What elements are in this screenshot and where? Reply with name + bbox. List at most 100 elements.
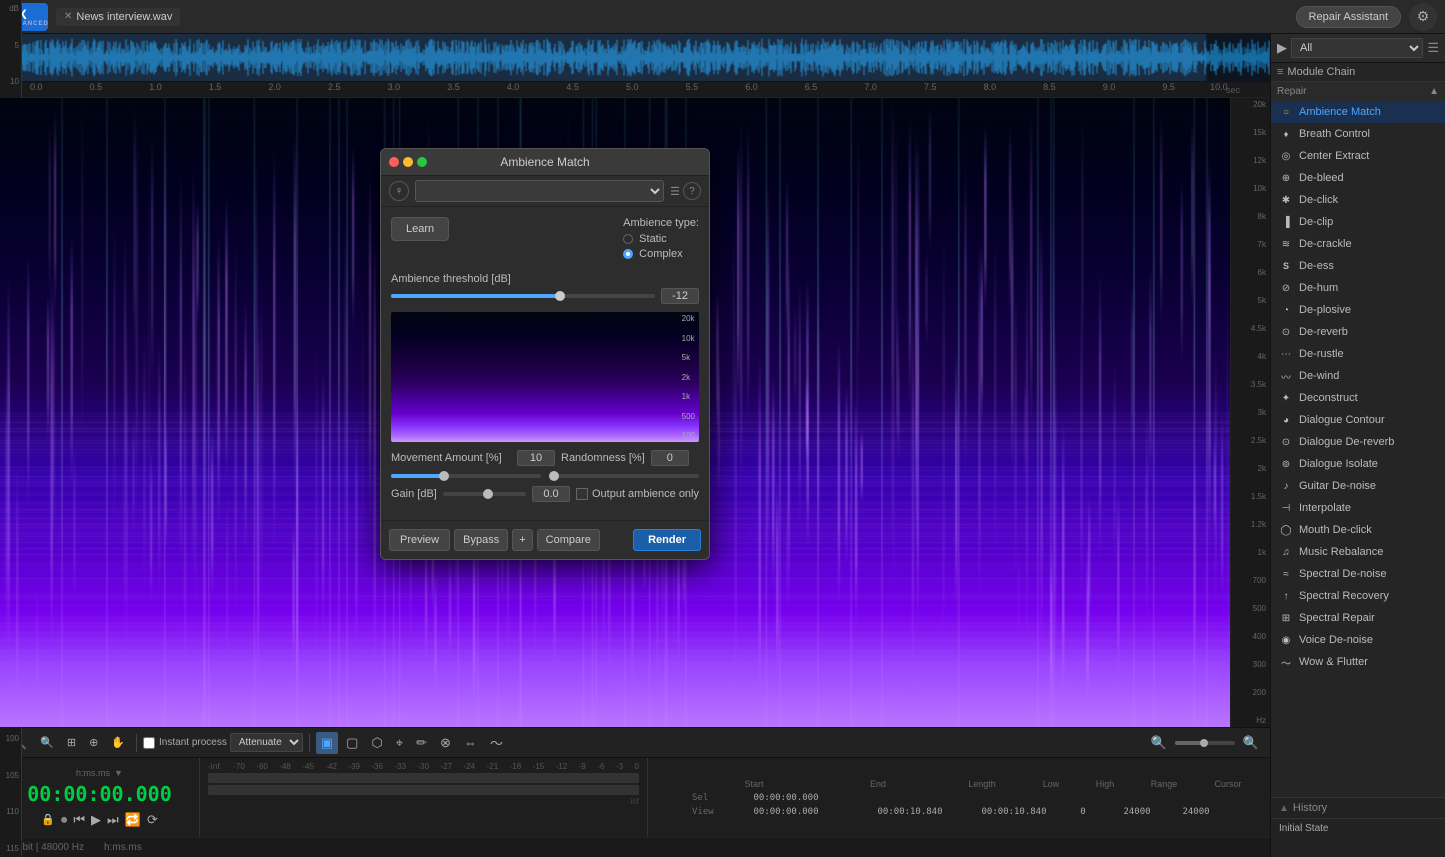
record-button[interactable]: ⏺ xyxy=(61,812,68,828)
module-item-spectral-recovery[interactable]: ↑ Spectral Recovery xyxy=(1271,585,1445,607)
module-item-mouth-de-click[interactable]: ◯ Mouth De-click xyxy=(1271,519,1445,541)
tool-lasso-button[interactable]: ▢ xyxy=(341,732,363,754)
module-item-dialogue-contour[interactable]: ◕ Dialogue Contour xyxy=(1271,409,1445,431)
zoom-fit-button[interactable]: ⊞ xyxy=(62,733,81,752)
history-initial-state[interactable]: Initial State xyxy=(1271,819,1445,838)
preview-button[interactable]: Preview xyxy=(389,529,450,551)
play-button[interactable]: ▶ xyxy=(91,812,101,828)
zoom-out-time-button[interactable]: 🔍 xyxy=(35,733,59,752)
sel-row: Sel 00:00:00.000 xyxy=(692,793,1226,803)
gain-thumb[interactable] xyxy=(483,489,493,499)
randomness-slider[interactable] xyxy=(549,474,699,478)
complex-radio-label[interactable]: Complex xyxy=(623,248,699,260)
skip-forward-button[interactable]: ⏭ xyxy=(107,812,119,828)
module-item-dialogue-isolate[interactable]: ⊚ Dialogue Isolate xyxy=(1271,453,1445,475)
complex-radio[interactable] xyxy=(623,249,633,259)
module-name-de-hum: De-hum xyxy=(1299,282,1338,294)
output-checkbox-box[interactable] xyxy=(576,488,588,500)
module-item-de-hum[interactable]: ⊘ De-hum xyxy=(1271,277,1445,299)
zoom-selection-button[interactable]: ⊕ xyxy=(84,733,103,752)
module-filter-dropdown[interactable]: All xyxy=(1291,38,1423,58)
module-item-ambience-match[interactable]: ○ Ambience Match xyxy=(1271,101,1445,123)
tool-wave-button[interactable]: 〜 xyxy=(485,730,508,755)
lock-icon[interactable]: 🔒 xyxy=(41,813,55,826)
bypass-button[interactable]: Bypass xyxy=(454,529,508,551)
randomness-thumb[interactable] xyxy=(549,471,559,481)
module-item-breath-control[interactable]: ♦ Breath Control xyxy=(1271,123,1445,145)
bounce-button[interactable]: ⟳ xyxy=(147,812,158,828)
module-item-de-wind[interactable]: 〰 De-wind xyxy=(1271,365,1445,387)
module-chain-button[interactable]: ≡ Module Chain xyxy=(1271,63,1445,82)
zoom-freq-in-button[interactable]: 🔍 xyxy=(1146,732,1172,754)
pan-tool-button[interactable]: ✋ xyxy=(106,733,130,752)
close-dot[interactable] xyxy=(389,157,399,167)
movement-slider[interactable] xyxy=(391,474,541,478)
modal-preset-dropdown[interactable] xyxy=(415,180,664,202)
gain-slider[interactable] xyxy=(443,492,526,496)
module-item-de-bleed[interactable]: ⊕ De-bleed xyxy=(1271,167,1445,189)
threshold-slider[interactable] xyxy=(391,294,655,298)
movement-value[interactable]: 10 xyxy=(517,450,555,466)
gain-value[interactable]: 0.0 xyxy=(532,486,570,502)
modal-help-icon[interactable]: ? xyxy=(683,182,701,200)
maximize-dot[interactable] xyxy=(417,157,427,167)
tool-brush-button[interactable]: ⬡ xyxy=(366,732,387,754)
skip-back-button[interactable]: ⏮ xyxy=(73,812,85,828)
loop-button[interactable]: 🔁 xyxy=(125,812,141,828)
instant-process-checkbox[interactable] xyxy=(143,737,155,749)
zoom-slider[interactable] xyxy=(1175,741,1235,745)
module-item-spectral-de-noise[interactable]: ≈ Spectral De-noise xyxy=(1271,563,1445,585)
module-item-center-extract[interactable]: ◎ Center Extract xyxy=(1271,145,1445,167)
module-item-deconstruct[interactable]: ✦ Deconstruct xyxy=(1271,387,1445,409)
static-radio-label[interactable]: Static xyxy=(623,233,699,245)
minimize-dot[interactable] xyxy=(403,157,413,167)
module-item-dialogue-de-reverb[interactable]: ⊙ Dialogue De-reverb xyxy=(1271,431,1445,453)
time-marker-55: 5.5 xyxy=(686,82,699,92)
module-item-de-clip[interactable]: ▐ De-clip xyxy=(1271,211,1445,233)
zoom-freq-out-button[interactable]: 🔍 xyxy=(1238,732,1264,754)
spectrogram[interactable]: Ambience Match ♀ ☰ ? L xyxy=(0,98,1230,727)
sliders-row xyxy=(391,470,699,478)
user-icon[interactable]: ⚙ xyxy=(1409,3,1437,31)
panel-play-icon[interactable]: ▶ xyxy=(1277,40,1287,56)
module-item-de-click[interactable]: ✱ De-click xyxy=(1271,189,1445,211)
module-item-guitar-de-noise[interactable]: ♪ Guitar De-noise xyxy=(1271,475,1445,497)
tab-close-icon[interactable]: ✕ xyxy=(64,11,72,22)
module-item-de-ess[interactable]: S De-ess xyxy=(1271,255,1445,277)
time-marker-95: 9.5 xyxy=(1162,82,1175,92)
tool-magic-button[interactable]: ⌖ xyxy=(391,732,408,754)
module-item-voice-de-noise[interactable]: ◉ Voice De-noise xyxy=(1271,629,1445,651)
module-item-interpolate[interactable]: ⊣ Interpolate xyxy=(1271,497,1445,519)
module-item-de-reverb[interactable]: ⊙ De-reverb xyxy=(1271,321,1445,343)
file-tab[interactable]: ✕ News interview.wav xyxy=(56,8,180,26)
instant-process-label[interactable]: Instant process xyxy=(143,737,227,749)
low-val: 0 xyxy=(1058,807,1108,817)
modal-menu-icon[interactable]: ☰ xyxy=(670,185,680,198)
render-button[interactable]: Render xyxy=(633,529,701,551)
repair-assistant-button[interactable]: Repair Assistant xyxy=(1296,6,1401,28)
randomness-value[interactable]: 0 xyxy=(651,450,689,466)
movement-thumb[interactable] xyxy=(439,471,449,481)
output-ambience-checkbox[interactable]: Output ambience only xyxy=(576,488,699,500)
module-item-de-crackle[interactable]: ≋ De-crackle xyxy=(1271,233,1445,255)
tool-select-button[interactable]: ▣ xyxy=(316,732,338,754)
static-radio[interactable] xyxy=(623,234,633,244)
tool-freq-button[interactable]: ⇔ xyxy=(459,732,482,753)
tool-eraser-button[interactable]: ⊗ xyxy=(435,732,456,754)
module-item-wow-flutter[interactable]: 〜 Wow & Flutter xyxy=(1271,651,1445,673)
zoom-thumb[interactable] xyxy=(1200,739,1208,747)
compare-button[interactable]: Compare xyxy=(537,529,600,551)
module-item-spectral-repair[interactable]: ⊞ Spectral Repair xyxy=(1271,607,1445,629)
threshold-thumb[interactable] xyxy=(555,291,565,301)
attenuation-select[interactable]: Attenuate xyxy=(230,733,303,752)
waveform-overview[interactable] xyxy=(0,34,1270,82)
tool-pencil-button[interactable]: ✏ xyxy=(411,732,432,754)
time-marker-4: 4.0 xyxy=(507,82,520,92)
panel-menu-icon[interactable]: ☰ xyxy=(1427,40,1439,56)
learn-button[interactable]: Learn xyxy=(391,217,449,241)
module-item-music-rebalance[interactable]: ♫ Music Rebalance xyxy=(1271,541,1445,563)
module-item-de-plosive[interactable]: ◔ De-plosive xyxy=(1271,299,1445,321)
module-item-de-rustle[interactable]: ⋯ De-rustle xyxy=(1271,343,1445,365)
threshold-value[interactable]: -12 xyxy=(661,288,699,304)
add-button[interactable]: + xyxy=(512,529,532,551)
